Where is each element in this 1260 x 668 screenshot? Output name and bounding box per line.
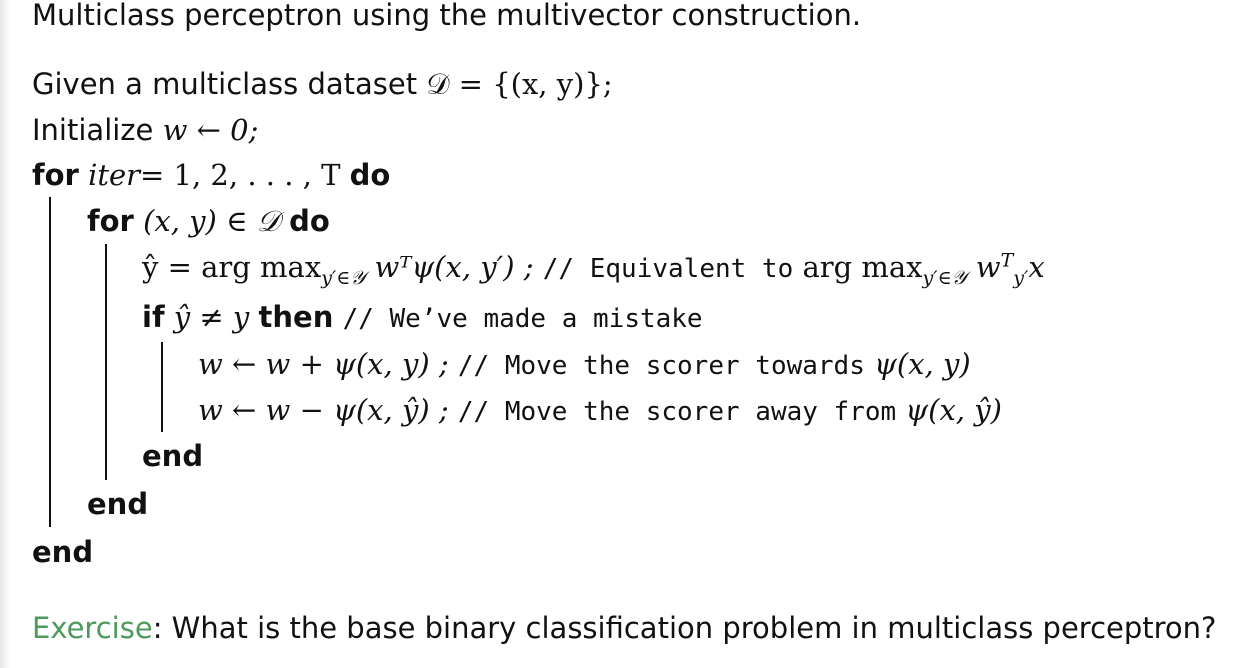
outer-for-block-bar xyxy=(49,197,51,527)
algo-end-if: end xyxy=(142,439,204,473)
exercise-text: : What is the base binary classification… xyxy=(152,611,1217,645)
exercise-label: Exercise xyxy=(32,611,153,645)
page-heading: Multiclass perceptron using the multivec… xyxy=(32,0,862,32)
algo-outer-for-line: for iter= 1, 2, . . . , T do xyxy=(32,158,391,192)
algo-update-away-line: w ← w − ψ(x, ŷ) ; // Move the scorer awa… xyxy=(198,393,1002,427)
algo-given-line: Given a multiclass dataset 𝒟 = {(x, y)}; xyxy=(32,67,613,101)
exercise-line: Exercise: What is the base binary classi… xyxy=(32,610,1216,646)
algo-end-outer-for: end xyxy=(32,535,94,569)
algo-if-line: if ŷ ≠ y then // We’ve made a mistake xyxy=(142,300,703,334)
page-edge-shade xyxy=(0,0,10,668)
algo-yhat-line: ŷ = arg maxy′∈𝒴 wᵀψ(x, y′) ; // Equivale… xyxy=(142,249,1045,289)
algo-init-line: Initialize w ← 0; xyxy=(32,113,259,147)
inner-for-block-bar xyxy=(105,244,107,480)
if-block-bar xyxy=(161,342,163,432)
algo-update-towards-line: w ← w + ψ(x, y) ; // Move the scorer tow… xyxy=(198,347,971,381)
algo-end-inner-for: end xyxy=(87,487,149,521)
algo-inner-for-line: for (x, y) ∈ 𝒟 do xyxy=(87,204,330,238)
